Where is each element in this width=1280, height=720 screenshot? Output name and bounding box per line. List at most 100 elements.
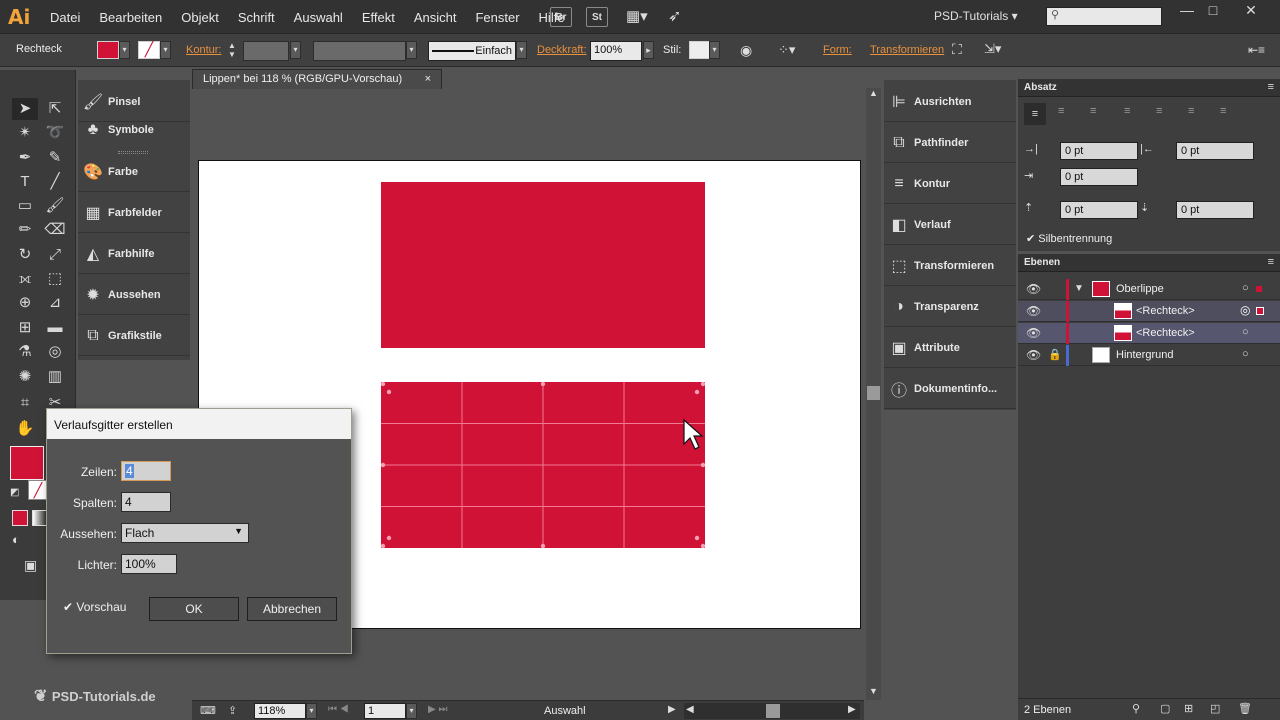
new-layer-icon[interactable]: ◰	[1210, 702, 1220, 715]
artboard-dropdown-icon[interactable]: ▾	[406, 703, 417, 719]
layer-row-hintergrund[interactable]: 👁 🔒 Hintergrund ○	[1018, 345, 1280, 366]
horizontal-scrollbar[interactable]: ◀ ▶	[684, 703, 860, 719]
minimize-icon[interactable]: —	[1176, 2, 1198, 20]
panel-farbhilfe[interactable]: ◭ Farbhilfe	[78, 234, 190, 274]
target-circle-icon[interactable]: ○	[1242, 326, 1249, 338]
style-swatch[interactable]	[689, 41, 711, 59]
gradient-tool-icon[interactable]: ▬	[42, 317, 68, 339]
align-options-icon[interactable]: ⁘▾	[778, 42, 795, 62]
locate-object-icon[interactable]: ⚲	[1132, 702, 1140, 715]
close-tab-icon[interactable]: ×	[425, 73, 431, 85]
clipping-mask-icon[interactable]: ▢	[1160, 702, 1170, 715]
fill-dropdown-icon[interactable]: ▾	[119, 41, 130, 59]
menu-ansicht[interactable]: Ansicht	[414, 10, 457, 25]
mesh-rectangle[interactable]	[381, 382, 705, 548]
rectangle-top[interactable]	[381, 182, 705, 348]
draw-mode-icon[interactable]: ◐	[12, 532, 20, 547]
arrange-documents-icon[interactable]: ▦▾	[626, 7, 648, 25]
close-window-icon[interactable]: ✕	[1240, 2, 1262, 20]
anchor-point[interactable]	[700, 462, 705, 468]
hand-tool-icon[interactable]: ✋	[12, 418, 38, 440]
panel-grafikstile[interactable]: ⧉ Grafikstile	[78, 316, 190, 356]
justify-right-icon[interactable]: ≡	[1188, 105, 1194, 117]
anchor-point[interactable]	[694, 535, 700, 541]
scale-tool-icon[interactable]: ⤢	[42, 244, 68, 266]
control-menu-icon[interactable]: ⇤≡	[1248, 43, 1265, 63]
anchor-point[interactable]	[694, 389, 700, 395]
panel-kontur[interactable]: ≡ Kontur	[884, 164, 1016, 204]
eraser-tool-icon[interactable]: ⌫	[42, 219, 68, 241]
align-center-icon[interactable]: ≡	[1058, 105, 1064, 117]
target-circle-icon[interactable]: ◎	[1240, 303, 1250, 317]
default-colors-icon[interactable]: ◩	[10, 487, 19, 498]
color-mode-icon[interactable]	[12, 510, 28, 526]
stroke-weight-dropdown-icon[interactable]: ▾	[290, 41, 301, 59]
selection-indicator[interactable]	[1256, 286, 1262, 292]
highlight-input[interactable]: 100%	[121, 554, 177, 574]
panel-dokumentinfo[interactable]: ⓘ Dokumentinfo...	[884, 369, 1016, 409]
fill-color-box[interactable]	[10, 446, 44, 480]
style-dropdown-icon[interactable]: ▾	[709, 41, 720, 59]
shape-builder-tool-icon[interactable]: ⊕	[12, 292, 38, 314]
first-artboard-icon[interactable]: ⏮ ◀	[328, 704, 349, 715]
scroll-left-icon[interactable]: ◀	[686, 704, 694, 715]
stroke-style-select[interactable]: Einfach	[428, 41, 516, 61]
menu-effekt[interactable]: Effekt	[362, 10, 395, 25]
right-indent-field[interactable]: 0 pt	[1176, 142, 1254, 160]
rotate-tool-icon[interactable]: ↻	[12, 244, 38, 266]
layer-row-rechteck-2[interactable]: 👁 <Rechteck> ○	[1018, 323, 1280, 344]
zoom-dropdown-icon[interactable]: ▾	[306, 703, 317, 719]
form-link[interactable]: Form:	[823, 44, 852, 64]
left-indent-field[interactable]: 0 pt	[1060, 142, 1138, 160]
recolor-icon[interactable]: ◉	[740, 42, 752, 62]
space-after-field[interactable]: 0 pt	[1176, 201, 1254, 219]
scroll-down-icon[interactable]: ▼	[869, 686, 878, 696]
cols-input[interactable]: 4	[121, 492, 171, 512]
menu-datei[interactable]: Datei	[50, 10, 80, 25]
justify-center-icon[interactable]: ≡	[1156, 105, 1162, 117]
rows-input[interactable]: 4	[121, 461, 171, 481]
hyphenation-checkbox[interactable]: ✔ Silbentrennung	[1026, 232, 1112, 245]
anchor-point[interactable]	[540, 382, 546, 387]
hscroll-thumb[interactable]	[766, 704, 780, 718]
document-tab[interactable]: Lippen* bei 118 % (RGB/GPU-Vorschau) ×	[192, 69, 442, 89]
visibility-eye-icon[interactable]: 👁	[1026, 282, 1041, 296]
selection-indicator[interactable]	[1256, 307, 1264, 315]
lasso-tool-icon[interactable]: ➰	[42, 122, 68, 144]
align-right-icon[interactable]: ≡	[1090, 105, 1096, 117]
last-artboard-icon[interactable]: ▶ ⏭	[428, 704, 447, 715]
stroke-none-swatch[interactable]: ╱	[138, 41, 160, 59]
anchor-point[interactable]	[386, 535, 392, 541]
stock-button[interactable]: St	[586, 7, 608, 27]
transform-options-icon[interactable]: ⇲▾	[984, 41, 1001, 61]
visibility-eye-icon[interactable]: 👁	[1026, 348, 1041, 362]
panel-symbole[interactable]: ♣ Symbole	[78, 110, 190, 150]
panel-transformieren[interactable]: ⬚ Transformieren	[884, 246, 1016, 286]
delete-layer-icon[interactable]: 🗑	[1238, 702, 1252, 715]
preview-checkbox[interactable]: ✔ Vorschau	[63, 600, 126, 614]
menu-auswahl[interactable]: Auswahl	[294, 10, 343, 25]
panel-aussehen[interactable]: ✹ Aussehen	[78, 275, 190, 315]
workspace-switcher[interactable]: PSD-Tutorials ▾	[934, 9, 1018, 23]
opacity-field[interactable]: 100%	[590, 41, 642, 61]
expand-triangle-icon[interactable]: ▼	[1074, 283, 1084, 294]
gpu-status-icon[interactable]: ⌨	[200, 704, 216, 717]
anchor-point[interactable]	[386, 389, 392, 395]
cancel-button[interactable]: Abbrechen	[247, 597, 337, 621]
panel-attribute[interactable]: ▣ Attribute	[884, 328, 1016, 368]
status-menu-icon[interactable]: ▶	[668, 704, 676, 715]
transformieren-link[interactable]: Transformieren	[870, 44, 944, 64]
first-line-indent-field[interactable]: 0 pt	[1060, 168, 1138, 186]
visibility-eye-icon[interactable]: 👁	[1026, 326, 1041, 340]
panel-farbe[interactable]: 🎨 Farbe	[78, 152, 190, 192]
bridge-button[interactable]: Br	[550, 7, 572, 27]
direct-selection-tool-icon[interactable]: ⇱	[42, 98, 68, 120]
symbol-sprayer-tool-icon[interactable]: ✺	[12, 366, 38, 388]
stroke-style-dropdown-icon[interactable]: ▾	[516, 41, 527, 59]
stroke-dropdown-icon[interactable]: ▾	[160, 41, 171, 59]
perspective-grid-tool-icon[interactable]: ⊿	[42, 292, 68, 314]
eyedropper-tool-icon[interactable]: ⚗	[12, 341, 38, 363]
zoom-field[interactable]: 118%	[254, 703, 306, 719]
stroke-weight-stepper[interactable]: ▲ ▼	[228, 41, 240, 61]
layers-menu-icon[interactable]: ≡	[1268, 256, 1274, 268]
